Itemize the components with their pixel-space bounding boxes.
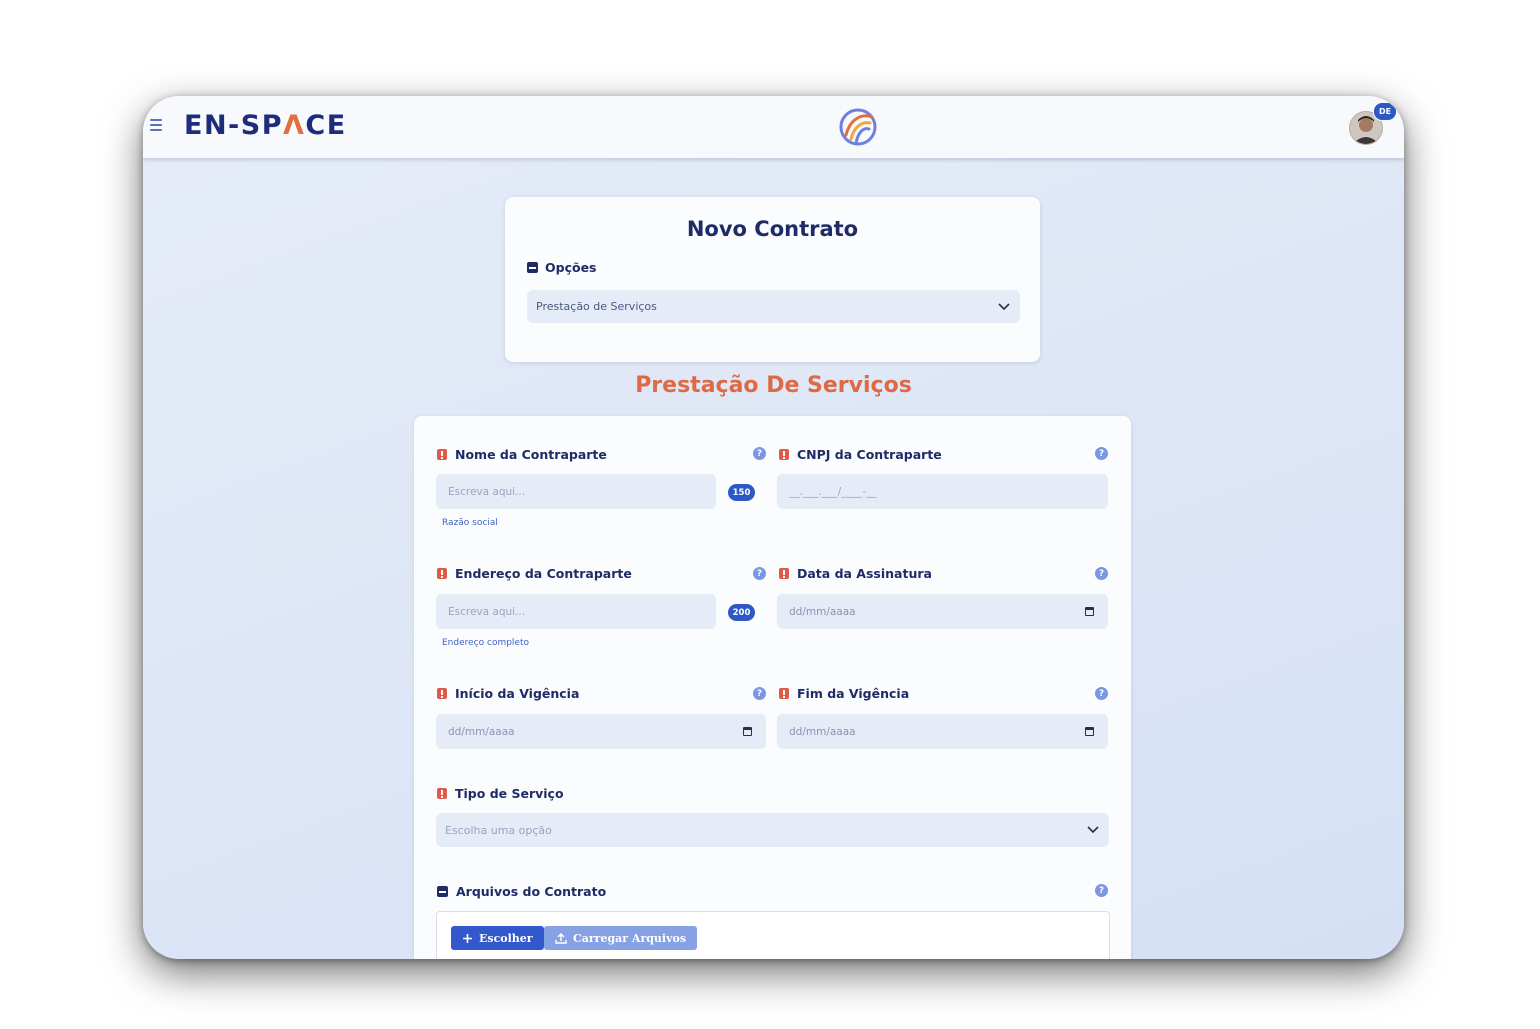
options-section-header[interactable]: Opções	[527, 260, 597, 275]
upload-files-label: Carregar Arquivos	[573, 931, 687, 945]
company-logo-icon	[839, 108, 877, 146]
label-text: Endereço da Contraparte	[455, 566, 632, 581]
contract-type-select[interactable]: Prestação de Serviços	[527, 290, 1020, 323]
field-hint: Razão social	[442, 518, 498, 528]
help-icon[interactable]: ?	[1095, 687, 1108, 700]
brand-text-sp: SP	[240, 109, 283, 141]
required-icon	[779, 568, 789, 579]
required-icon	[437, 788, 447, 799]
brand-text-ce: CE	[305, 109, 347, 141]
file-upload-area[interactable]: Escolher Carregar Arquivos	[436, 911, 1110, 959]
date-placeholder: dd/mm/aaaa	[789, 725, 856, 738]
top-bar: EN - SP Λ CE DE	[143, 96, 1404, 158]
hamburger-menu-icon[interactable]	[150, 119, 162, 131]
field-label-nome: Nome da Contraparte	[437, 447, 607, 462]
form-section-title: Prestação De Serviços	[635, 373, 912, 398]
device-frame: EN - SP Λ CE DE Novo Contrato Opções Prestaç…	[143, 96, 1404, 959]
label-text: CNPJ da Contraparte	[797, 447, 942, 462]
brand-text-accent: Λ	[283, 109, 306, 141]
choose-files-label: Escolher	[479, 931, 533, 945]
page-title: Novo Contrato	[686, 217, 859, 241]
label-text: Início da Vigência	[455, 686, 580, 701]
field-label-tipo-servico: Tipo de Serviço	[437, 786, 564, 801]
field-label-cnpj: CNPJ da Contraparte	[779, 447, 942, 462]
char-counter-badge: 150	[728, 484, 755, 501]
options-card: Novo Contrato Opções Prestação de Serviç…	[505, 197, 1040, 362]
brand-logo[interactable]: EN - SP Λ CE	[184, 108, 347, 142]
field-hint: Endereço completo	[442, 638, 530, 648]
required-icon	[779, 449, 789, 460]
collapse-icon	[527, 262, 538, 273]
help-icon[interactable]: ?	[753, 567, 766, 580]
data-assinatura-input[interactable]: dd/mm/aaaa	[777, 594, 1108, 629]
help-icon[interactable]: ?	[1095, 567, 1108, 580]
inicio-vigencia-input[interactable]: dd/mm/aaaa	[436, 714, 766, 749]
collapse-icon	[437, 886, 448, 897]
label-text: Data da Assinatura	[797, 566, 932, 581]
field-label-data-assinatura: Data da Assinatura	[779, 566, 932, 581]
field-label-fim-vigencia: Fim da Vigência	[779, 686, 909, 701]
upload-icon	[555, 932, 567, 944]
label-text: Tipo de Serviço	[455, 786, 564, 801]
cnpj-input[interactable]	[777, 474, 1108, 509]
avatar-initials-badge: DE	[1373, 102, 1397, 121]
char-counter-badge: 200	[728, 604, 755, 621]
fim-vigencia-input[interactable]: dd/mm/aaaa	[777, 714, 1108, 749]
calendar-icon[interactable]	[1085, 726, 1094, 736]
brand-text-prefix: EN	[184, 109, 229, 141]
help-icon[interactable]: ?	[753, 687, 766, 700]
help-icon[interactable]: ?	[753, 447, 766, 460]
required-icon	[437, 568, 447, 579]
label-text: Arquivos do Contrato	[456, 884, 607, 899]
plus-icon	[463, 933, 472, 943]
options-label: Opções	[545, 260, 597, 275]
brand-text-dash: -	[228, 109, 241, 141]
chevron-down-icon	[998, 302, 1010, 310]
date-placeholder: dd/mm/aaaa	[448, 725, 515, 738]
label-text: Fim da Vigência	[797, 686, 910, 701]
files-section-header[interactable]: Arquivos do Contrato	[437, 884, 606, 899]
calendar-icon[interactable]	[743, 726, 752, 736]
required-icon	[437, 688, 447, 699]
upload-files-button[interactable]: Carregar Arquivos	[544, 926, 698, 950]
required-icon	[437, 449, 447, 460]
help-icon[interactable]: ?	[1095, 884, 1108, 897]
calendar-icon[interactable]	[1085, 606, 1094, 616]
tipo-servico-placeholder: Escolha uma opção	[445, 823, 552, 837]
endereco-input[interactable]	[436, 594, 716, 629]
label-text: Nome da Contraparte	[455, 447, 607, 462]
help-icon[interactable]: ?	[1095, 447, 1108, 460]
tipo-servico-select[interactable]: Escolha uma opção	[436, 813, 1109, 847]
field-label-endereco: Endereço da Contraparte	[437, 566, 632, 581]
choose-files-button[interactable]: Escolher	[451, 926, 544, 950]
contract-form: Nome da Contraparte ? 150 Razão social C…	[414, 416, 1131, 959]
contract-type-value: Prestação de Serviços	[536, 300, 657, 313]
chevron-down-icon	[1087, 826, 1099, 834]
field-label-inicio-vigencia: Início da Vigência	[437, 686, 579, 701]
date-placeholder: dd/mm/aaaa	[789, 605, 856, 618]
nome-contraparte-input[interactable]	[436, 474, 716, 509]
required-icon	[779, 688, 789, 699]
